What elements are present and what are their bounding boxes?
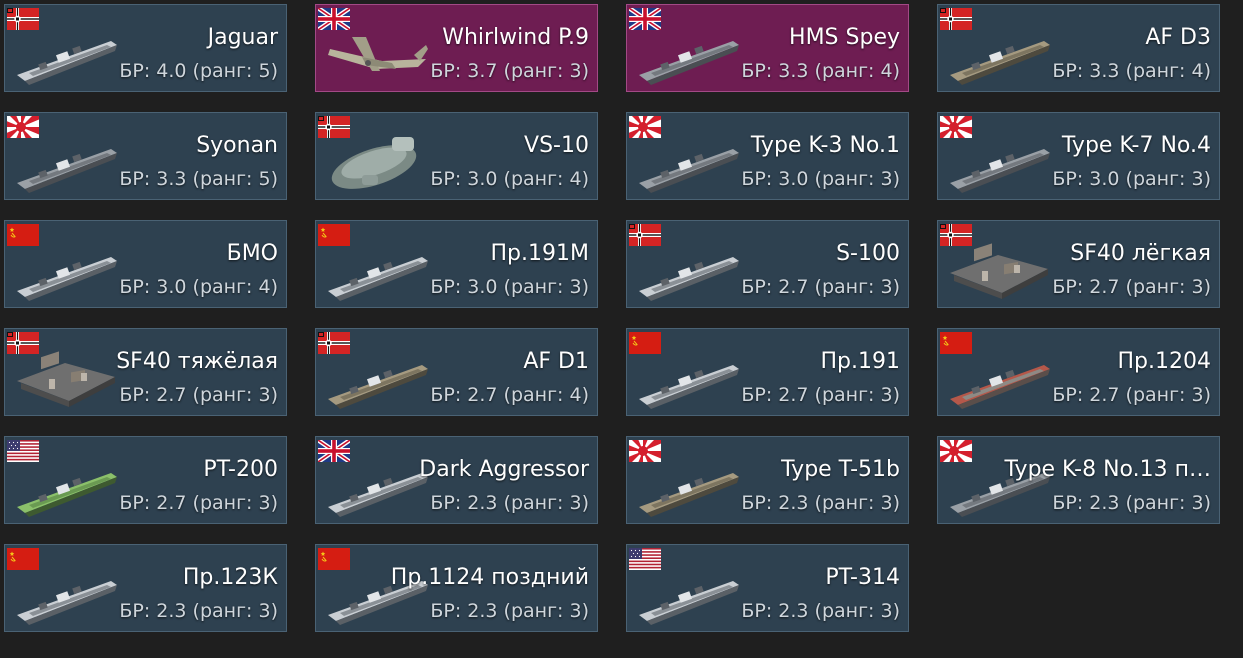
vehicle-card[interactable]: Пр.1204 БР: 2.7 (ранг: 3) (937, 328, 1220, 416)
battle-rating: БР: 2.7 (ранг: 3) (119, 492, 278, 514)
vehicle-name: Type T-51b (781, 457, 900, 482)
vehicle-name: PT-314 (825, 565, 900, 590)
vehicle-name: Type K-3 No.1 (750, 133, 900, 158)
vehicle-card[interactable]: Type T-51b БР: 2.3 (ранг: 3) (626, 436, 909, 524)
vehicle-card[interactable]: AF D1 БР: 2.7 (ранг: 4) (315, 328, 598, 416)
vehicle-name: Пр.191М (490, 241, 589, 266)
battle-rating: БР: 2.3 (ранг: 3) (430, 492, 589, 514)
vehicle-name: Пр.123К (182, 565, 278, 590)
battle-rating: БР: 2.7 (ранг: 3) (741, 384, 900, 406)
vehicle-card[interactable]: Whirlwind P.9 БР: 3.7 (ранг: 3) (315, 4, 598, 92)
battle-rating: БР: 2.3 (ранг: 3) (119, 600, 278, 622)
vehicle-card[interactable]: Пр.1124 поздний БР: 2.3 (ранг: 3) (315, 544, 598, 632)
battle-rating: БР: 3.0 (ранг: 4) (430, 168, 589, 190)
battle-rating: БР: 3.7 (ранг: 3) (430, 60, 589, 82)
vehicle-card[interactable]: БМО БР: 3.0 (ранг: 4) (4, 220, 287, 308)
vehicle-name: Пр.191 (820, 349, 901, 374)
vehicle-card[interactable]: Пр.191 БР: 2.7 (ранг: 3) (626, 328, 909, 416)
vehicle-card[interactable]: VS-10 БР: 3.0 (ранг: 4) (315, 112, 598, 200)
vehicle-name: Пр.1124 поздний (390, 565, 589, 590)
vehicle-name: Type K-7 No.4 (1061, 133, 1211, 158)
vehicle-card[interactable]: Type K-3 No.1 БР: 3.0 (ранг: 3) (626, 112, 909, 200)
battle-rating: БР: 3.3 (ранг: 5) (119, 168, 278, 190)
vehicle-name: HMS Spey (789, 25, 900, 50)
battle-rating: БР: 2.3 (ранг: 3) (741, 492, 900, 514)
vehicle-name: AF D1 (523, 349, 589, 374)
vehicle-name: PT-200 (203, 457, 278, 482)
vehicle-name: Dark Aggressor (419, 457, 589, 482)
vehicle-name: SF40 тяжёлая (116, 349, 278, 374)
vehicle-card[interactable]: AF D3 БР: 3.3 (ранг: 4) (937, 4, 1220, 92)
vehicle-card[interactable]: PT-200 БР: 2.7 (ранг: 3) (4, 436, 287, 524)
vehicle-name: SF40 лёгкая (1070, 241, 1211, 266)
battle-rating: БР: 3.0 (ранг: 3) (430, 276, 589, 298)
vehicle-card[interactable]: Пр.123К БР: 2.3 (ранг: 3) (4, 544, 287, 632)
vehicle-name: S-100 (836, 241, 900, 266)
vehicle-name: Whirlwind P.9 (442, 25, 589, 50)
vehicle-card[interactable]: Jaguar БР: 4.0 (ранг: 5) (4, 4, 287, 92)
vehicle-grid: Jaguar БР: 4.0 (ранг: 5) Whirlwind P.9 Б… (4, 4, 1220, 632)
vehicle-name: Type K-8 No.13 п… (1004, 457, 1211, 482)
vehicle-card[interactable]: SF40 лёгкая БР: 2.7 (ранг: 3) (937, 220, 1220, 308)
vehicle-card[interactable]: Пр.191М БР: 3.0 (ранг: 3) (315, 220, 598, 308)
battle-rating: БР: 2.3 (ранг: 3) (430, 600, 589, 622)
battle-rating: БР: 3.3 (ранг: 4) (741, 60, 900, 82)
vehicle-name: Syonan (196, 133, 278, 158)
battle-rating: БР: 3.0 (ранг: 4) (119, 276, 278, 298)
vehicle-name: Jaguar (207, 25, 278, 50)
vehicle-card[interactable]: HMS Spey БР: 3.3 (ранг: 4) (626, 4, 909, 92)
vehicle-name: VS-10 (524, 133, 589, 158)
battle-rating: БР: 3.0 (ранг: 3) (1052, 168, 1211, 190)
vehicle-name: AF D3 (1145, 25, 1211, 50)
battle-rating: БР: 3.3 (ранг: 4) (1052, 60, 1211, 82)
vehicle-card[interactable]: Type K-7 No.4 БР: 3.0 (ранг: 3) (937, 112, 1220, 200)
battle-rating: БР: 2.7 (ранг: 3) (1052, 384, 1211, 406)
vehicle-name: БМО (226, 241, 278, 266)
vehicle-card[interactable]: SF40 тяжёлая БР: 2.7 (ранг: 3) (4, 328, 287, 416)
battle-rating: БР: 2.3 (ранг: 3) (741, 600, 900, 622)
battle-rating: БР: 4.0 (ранг: 5) (119, 60, 278, 82)
battle-rating: БР: 2.7 (ранг: 4) (430, 384, 589, 406)
battle-rating: БР: 2.3 (ранг: 3) (1052, 492, 1211, 514)
battle-rating: БР: 3.0 (ранг: 3) (741, 168, 900, 190)
battle-rating: БР: 2.7 (ранг: 3) (741, 276, 900, 298)
vehicle-name: Пр.1204 (1117, 349, 1212, 374)
vehicle-card[interactable]: Syonan БР: 3.3 (ранг: 5) (4, 112, 287, 200)
battle-rating: БР: 2.7 (ранг: 3) (1052, 276, 1211, 298)
vehicle-card[interactable]: PT-314 БР: 2.3 (ранг: 3) (626, 544, 909, 632)
vehicle-card[interactable]: Dark Aggressor БР: 2.3 (ранг: 3) (315, 436, 598, 524)
vehicle-card[interactable]: Type K-8 No.13 п… БР: 2.3 (ранг: 3) (937, 436, 1220, 524)
battle-rating: БР: 2.7 (ранг: 3) (119, 384, 278, 406)
vehicle-card[interactable]: S-100 БР: 2.7 (ранг: 3) (626, 220, 909, 308)
